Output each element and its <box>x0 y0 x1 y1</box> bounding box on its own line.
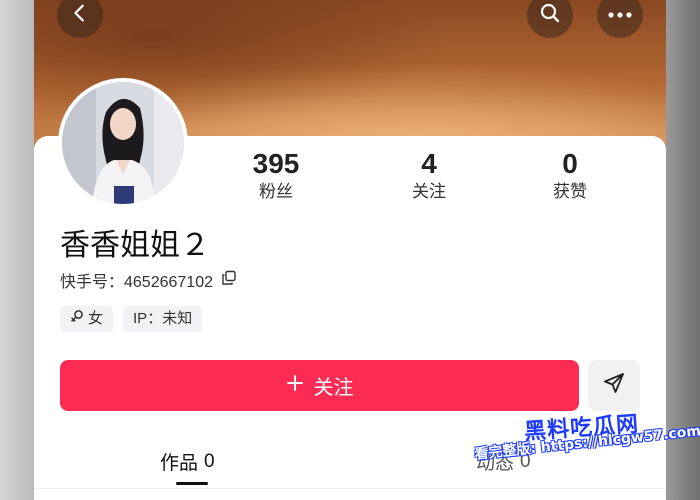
plus-icon <box>286 374 304 398</box>
tab-divider <box>34 488 666 489</box>
left-edge <box>0 0 34 500</box>
tab-works-label: 作品 <box>160 453 199 474</box>
send-icon <box>602 371 626 400</box>
follow-label: 关注 <box>313 377 354 399</box>
share-button[interactable] <box>588 360 640 411</box>
fans-label: 粉丝 <box>259 182 293 201</box>
ip-tag: IP：未知 <box>123 306 203 332</box>
likes-label: 获赞 <box>553 182 587 201</box>
avatar-image <box>62 82 184 204</box>
stat-following[interactable]: 4 关注 <box>384 148 474 204</box>
following-count: 4 <box>421 148 437 179</box>
copy-icon[interactable] <box>221 270 237 291</box>
stat-fans[interactable]: 395 粉丝 <box>231 148 321 204</box>
profile-name: 香香姐姐２ <box>60 228 210 263</box>
search-icon <box>538 1 562 30</box>
user-id: 快手号：4652667102 <box>60 274 213 291</box>
ip-label: IP：未知 <box>133 310 193 327</box>
follow-button[interactable]: 关注 <box>60 360 579 411</box>
gender-label: 女 <box>88 310 104 327</box>
more-icon <box>607 6 633 24</box>
tab-works[interactable]: 作品 0 <box>160 448 215 485</box>
tab-active-indicator <box>176 482 208 485</box>
stat-likes[interactable]: 0 获赞 <box>525 148 615 204</box>
following-label: 关注 <box>412 182 446 201</box>
female-icon <box>70 306 84 332</box>
gender-tag: 女 <box>60 306 114 332</box>
user-id-row: 快手号：4652667102 <box>60 268 237 292</box>
likes-count: 0 <box>562 148 578 179</box>
profile-tags: 女 IP：未知 <box>60 306 203 332</box>
fans-count: 395 <box>252 148 300 179</box>
tab-works-count: 0 <box>204 450 215 472</box>
chevron-left-icon <box>69 2 91 29</box>
avatar[interactable] <box>58 78 188 208</box>
